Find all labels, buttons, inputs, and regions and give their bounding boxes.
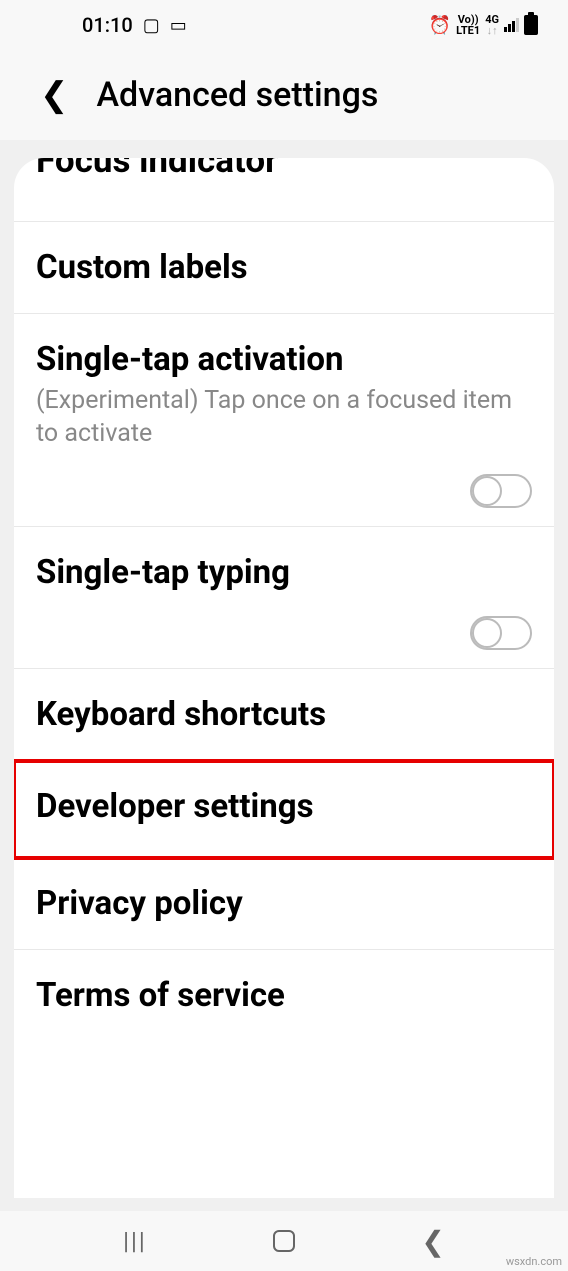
list-item-focus-indicator[interactable]: Focus indicator: [14, 158, 554, 222]
list-item-developer-settings[interactable]: Developer settings: [14, 759, 554, 860]
list-item-single-tap-typing[interactable]: Single-tap typing: [14, 527, 554, 669]
lte-indicator: Vo)) LTE1: [456, 14, 480, 36]
list-item-single-tap-activation[interactable]: Single-tap activation (Experimental) Tap…: [14, 314, 554, 527]
page-title: Advanced settings: [97, 75, 379, 115]
list-item-privacy-policy[interactable]: Privacy policy: [14, 858, 554, 950]
item-title: Custom labels: [36, 248, 532, 287]
navigation-bar: ||| ❮: [0, 1211, 568, 1271]
alarm-clock-icon: ⏰: [429, 15, 451, 36]
item-title: Focus indicator: [36, 158, 532, 181]
back-icon[interactable]: ❮: [40, 75, 69, 115]
toggle-single-tap-activation[interactable]: [470, 474, 532, 508]
alarm-icon: ▢: [143, 15, 160, 36]
list-item-terms-of-service[interactable]: Terms of service: [14, 950, 554, 1041]
image-icon: ▭: [170, 15, 187, 36]
status-time: 01:10: [82, 13, 133, 37]
item-title: Developer settings: [36, 787, 532, 826]
signal-icon: [504, 18, 519, 32]
item-title: Privacy policy: [36, 884, 532, 923]
status-right: ⏰ Vo)) LTE1 4G ↓↑: [429, 14, 538, 36]
item-title: Terms of service: [36, 976, 532, 1015]
nav-back-icon[interactable]: ❮: [421, 1225, 444, 1258]
item-title: Single-tap activation: [36, 340, 532, 379]
list-item-keyboard-shortcuts[interactable]: Keyboard shortcuts: [14, 669, 554, 761]
status-left: 01:10 ▢ ▭: [82, 13, 187, 37]
header: ❮ Advanced settings: [0, 50, 568, 140]
status-bar: 01:10 ▢ ▭ ⏰ Vo)) LTE1 4G ↓↑: [0, 0, 568, 50]
settings-list: Focus indicator Custom labels Single-tap…: [14, 158, 554, 1198]
item-title: Single-tap typing: [36, 553, 532, 592]
item-desc: (Experimental) Tap once on a focused ite…: [36, 385, 532, 450]
nav-recents-icon[interactable]: |||: [123, 1227, 147, 1255]
watermark: wsxdn.com: [506, 1255, 562, 1268]
battery-icon: [524, 15, 538, 35]
item-title: Keyboard shortcuts: [36, 695, 532, 734]
net-indicator: 4G ↓↑: [485, 14, 499, 36]
list-item-custom-labels[interactable]: Custom labels: [14, 222, 554, 314]
nav-home-icon[interactable]: [273, 1230, 295, 1252]
toggle-single-tap-typing[interactable]: [470, 616, 532, 650]
